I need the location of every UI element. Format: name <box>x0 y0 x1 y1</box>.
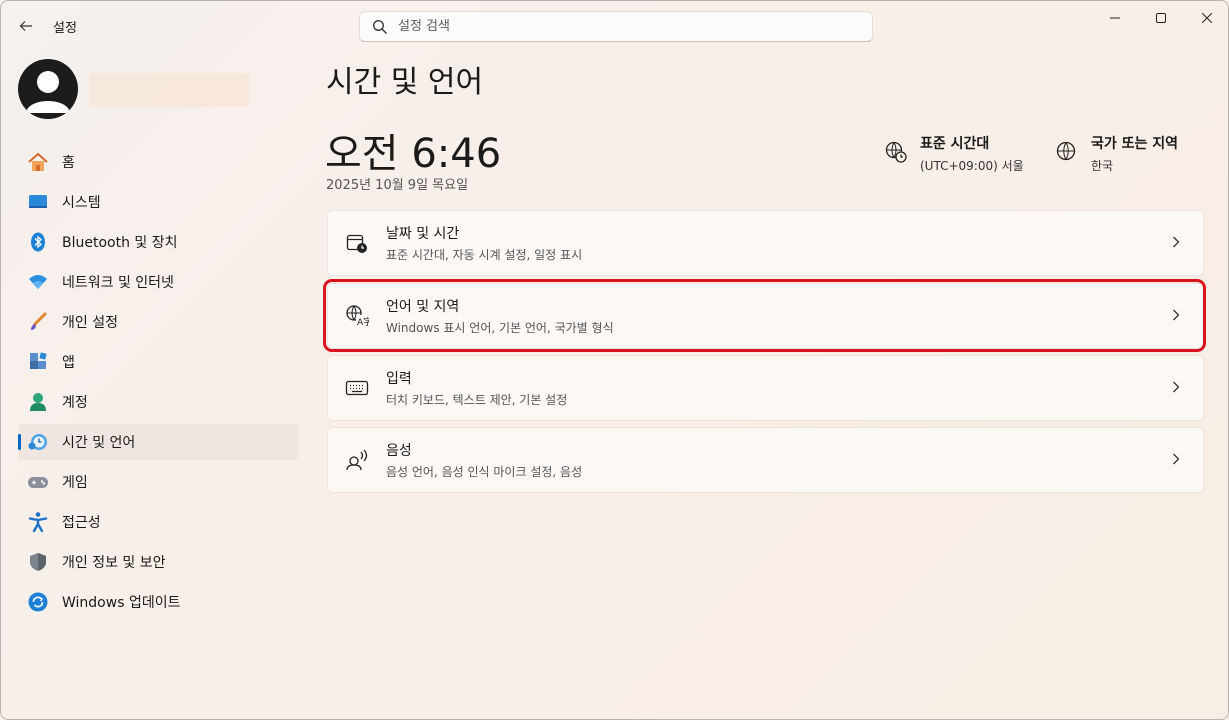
close-button[interactable] <box>1184 1 1228 35</box>
user-avatar-icon <box>26 71 70 113</box>
brush-icon <box>27 311 49 333</box>
update-icon <box>27 591 49 613</box>
account-icon <box>27 391 49 413</box>
sidebar-item-accessibility[interactable]: 접근성 <box>18 504 298 540</box>
sidebar-nav: 홈 시스템 Bluetooth 및 장치 네트워크 및 인터넷 개인 설정 앱 … <box>18 144 298 624</box>
search-icon <box>373 19 387 34</box>
region-value: 한국 <box>1091 159 1114 173</box>
region-info: 국가 또는 지역 한국 <box>1055 133 1178 174</box>
card-subtitle: 터치 키보드, 텍스트 제안, 기본 설정 <box>386 393 568 407</box>
speech-icon <box>346 449 368 471</box>
sidebar-item-label: 개인 설정 <box>62 315 118 331</box>
apps-icon <box>27 351 49 373</box>
avatar[interactable] <box>18 59 78 119</box>
sidebar-item-label: 계정 <box>62 395 88 411</box>
chevron-right-icon <box>1173 381 1180 393</box>
card-typing[interactable]: 입력 터치 키보드, 텍스트 제안, 기본 설정 <box>327 355 1204 421</box>
sidebar-item-home[interactable]: 홈 <box>18 144 298 180</box>
app-title: 설정 <box>53 21 77 36</box>
system-icon <box>27 191 49 213</box>
profile-name-redacted <box>89 73 249 107</box>
globe-clock-icon <box>885 141 907 163</box>
sidebar-item-gaming[interactable]: 게임 <box>18 464 298 500</box>
close-icon <box>1202 13 1212 23</box>
sidebar-item-privacy[interactable]: 개인 정보 및 보안 <box>18 544 298 580</box>
current-time: 오전 6:46 <box>325 131 502 177</box>
search-box[interactable] <box>359 11 873 42</box>
sidebar-item-label: Bluetooth 및 장치 <box>62 235 178 251</box>
maximize-button[interactable] <box>1138 1 1184 35</box>
calendar-clock-icon <box>346 234 367 253</box>
sidebar-item-apps[interactable]: 앱 <box>18 344 298 380</box>
card-date-time[interactable]: 날짜 및 시간 표준 시간대, 자동 시계 설정, 일정 표시 <box>327 210 1204 276</box>
time-language-icon <box>27 431 49 453</box>
wifi-icon <box>27 271 49 293</box>
sidebar-item-personalization[interactable]: 개인 설정 <box>18 304 298 340</box>
home-icon <box>27 151 49 173</box>
highlight-annotation <box>323 279 1206 352</box>
keyboard-icon <box>345 380 369 396</box>
sidebar-item-label: 시간 및 언어 <box>62 435 136 451</box>
chevron-right-icon <box>1173 236 1180 248</box>
search-input[interactable] <box>398 19 838 34</box>
sidebar-item-accounts[interactable]: 계정 <box>18 384 298 420</box>
sidebar-item-label: 앱 <box>62 355 75 371</box>
card-subtitle: 음성 언어, 음성 인식 마이크 설정, 음성 <box>386 465 583 479</box>
page-title: 시간 및 언어 <box>326 65 484 100</box>
accessibility-icon <box>27 511 49 533</box>
card-title: 날짜 및 시간 <box>386 226 460 242</box>
settings-window: 설정 홈 <box>0 0 1229 720</box>
maximize-icon <box>1156 13 1166 23</box>
card-title: 입력 <box>386 371 412 387</box>
sidebar-item-label: 개인 정보 및 보안 <box>62 555 166 571</box>
sidebar-item-label: Windows 업데이트 <box>62 595 181 611</box>
sidebar-item-windows-update[interactable]: Windows 업데이트 <box>18 584 298 620</box>
title-bar: 설정 <box>1 1 1228 49</box>
sidebar-item-network[interactable]: 네트워크 및 인터넷 <box>18 264 298 300</box>
sidebar-item-label: 접근성 <box>62 515 101 531</box>
gamepad-icon <box>27 471 49 493</box>
sidebar-item-bluetooth[interactable]: Bluetooth 및 장치 <box>18 224 298 260</box>
chevron-right-icon <box>1173 453 1180 465</box>
globe-icon <box>1056 141 1076 161</box>
sidebar-item-label: 네트워크 및 인터넷 <box>62 275 174 291</box>
minimize-button[interactable] <box>1092 1 1138 35</box>
current-date: 2025년 10월 9일 목요일 <box>326 178 469 193</box>
timezone-info: 표준 시간대 (UTC+09:00) 서울 <box>884 133 1024 174</box>
region-title: 국가 또는 지역 <box>1091 136 1179 152</box>
card-speech[interactable]: 음성 음성 언어, 음성 인식 마이크 설정, 음성 <box>327 427 1204 493</box>
card-subtitle: 표준 시간대, 자동 시계 설정, 일정 표시 <box>386 248 583 262</box>
card-title: 음성 <box>386 443 412 459</box>
sidebar-item-label: 시스템 <box>62 195 101 211</box>
timezone-title: 표준 시간대 <box>920 136 990 152</box>
sidebar-item-time-language[interactable]: 시간 및 언어 <box>18 424 298 460</box>
shield-icon <box>27 551 49 573</box>
sidebar-item-system[interactable]: 시스템 <box>18 184 298 220</box>
sidebar-item-label: 게임 <box>62 475 88 491</box>
minimize-icon <box>1110 17 1120 19</box>
bluetooth-icon <box>27 231 49 253</box>
back-arrow-icon <box>19 21 32 31</box>
timezone-value: (UTC+09:00) 서울 <box>920 159 1024 173</box>
sidebar-item-label: 홈 <box>62 155 75 171</box>
back-button[interactable] <box>13 13 39 39</box>
